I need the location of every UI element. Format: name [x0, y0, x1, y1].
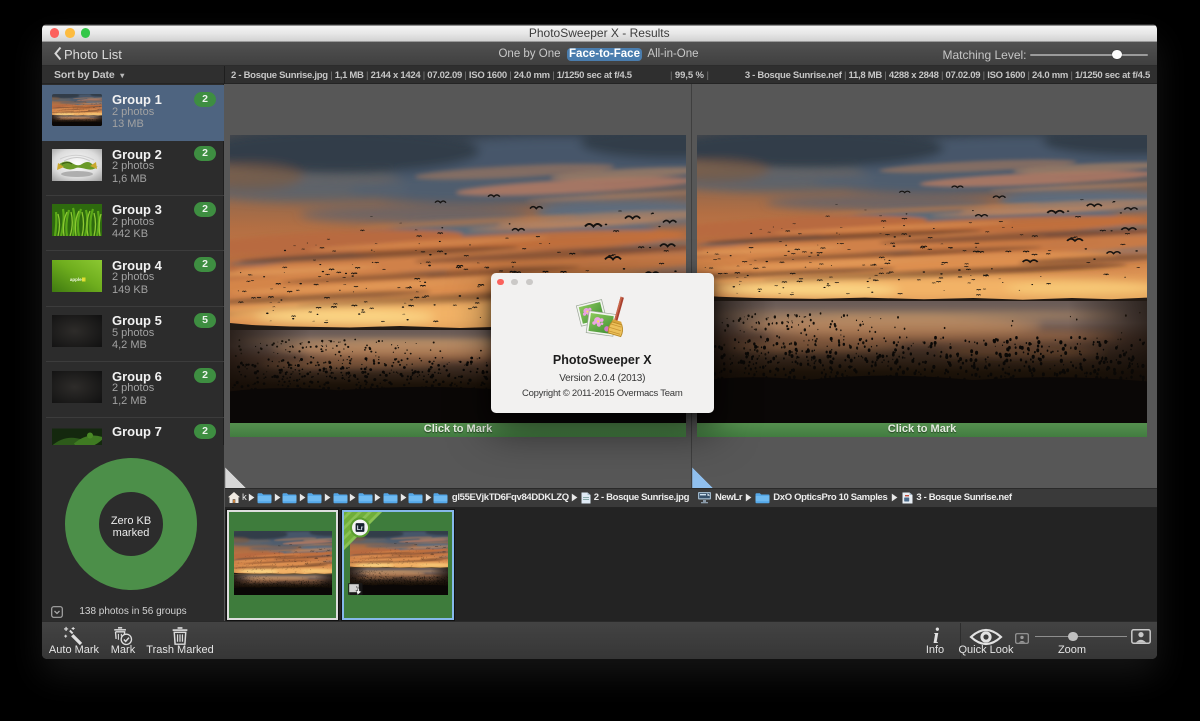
svg-text:Lr: Lr — [357, 524, 364, 531]
